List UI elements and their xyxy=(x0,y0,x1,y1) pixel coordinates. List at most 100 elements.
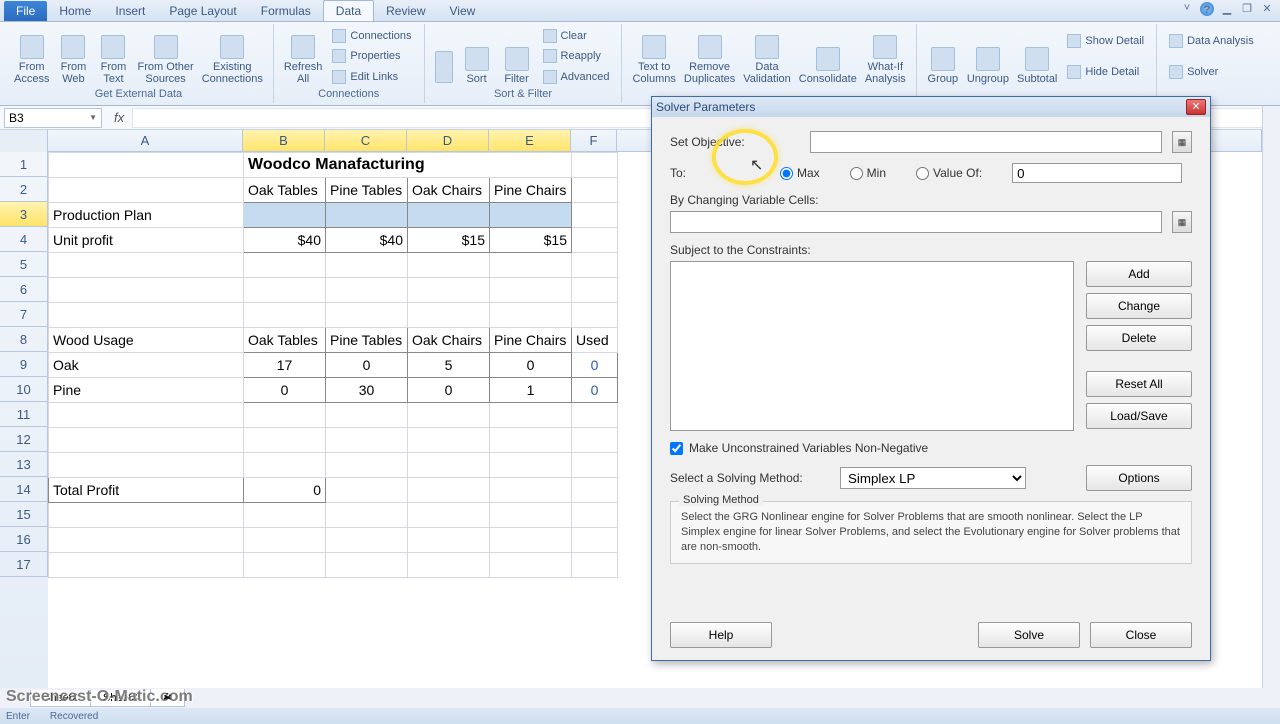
row-header-2[interactable]: 2 xyxy=(0,177,48,202)
cell-F13[interactable] xyxy=(572,453,618,478)
cell-F1[interactable] xyxy=(572,153,618,178)
variable-cells-input[interactable] xyxy=(670,211,1162,233)
cell-C10[interactable]: 30 xyxy=(326,378,408,403)
ungroup-button[interactable]: Ungroup xyxy=(963,26,1013,87)
col-header-C[interactable]: C xyxy=(325,130,407,152)
cell-B16[interactable] xyxy=(244,528,326,553)
nonneg-checkbox[interactable] xyxy=(670,442,683,455)
cell-A12[interactable] xyxy=(49,428,244,453)
cell-A11[interactable] xyxy=(49,403,244,428)
col-header-E[interactable]: E xyxy=(489,130,571,152)
row-header-4[interactable]: 4 xyxy=(0,227,48,252)
cell-F12[interactable] xyxy=(572,428,618,453)
fx-icon[interactable]: fx xyxy=(114,110,124,125)
radio-value-of[interactable]: Value Of: xyxy=(916,166,982,180)
row-header-17[interactable]: 17 xyxy=(0,552,48,577)
row-header-7[interactable]: 7 xyxy=(0,302,48,327)
window-close-icon[interactable]: ✕ xyxy=(1260,2,1274,16)
tab-formulas[interactable]: Formulas xyxy=(249,1,323,21)
col-header-D[interactable]: D xyxy=(407,130,489,152)
solving-method-select[interactable]: Simplex LP xyxy=(840,467,1026,489)
cell-F2[interactable] xyxy=(572,178,618,203)
consolidate-button[interactable]: Consolidate xyxy=(795,26,861,87)
cell-F6[interactable] xyxy=(572,278,618,303)
cell-F5[interactable] xyxy=(572,253,618,278)
objective-ref-button[interactable]: ▦ xyxy=(1172,131,1192,153)
cell-A10[interactable]: Pine xyxy=(49,378,244,403)
cell-E2[interactable]: Pine Chairs xyxy=(490,178,572,203)
row-header-16[interactable]: 16 xyxy=(0,527,48,552)
tab-view[interactable]: View xyxy=(438,1,488,21)
cell-C9[interactable]: 0 xyxy=(326,353,408,378)
tab-file[interactable]: File xyxy=(4,1,47,21)
row-header-13[interactable]: 13 xyxy=(0,452,48,477)
cell-D11[interactable] xyxy=(408,403,490,428)
cell-E12[interactable] xyxy=(490,428,572,453)
cell-B13[interactable] xyxy=(244,453,326,478)
cell-F16[interactable] xyxy=(572,528,618,553)
text-to-columns-button[interactable]: Text to Columns xyxy=(628,26,679,87)
cell-B7[interactable] xyxy=(244,303,326,328)
cell-D7[interactable] xyxy=(408,303,490,328)
set-objective-input[interactable] xyxy=(810,131,1162,153)
filter-button[interactable]: Filter xyxy=(497,26,537,87)
cell-F7[interactable] xyxy=(572,303,618,328)
cell-A2[interactable] xyxy=(49,178,244,203)
name-box-dropdown-icon[interactable]: ▼ xyxy=(89,113,97,122)
cell-B15[interactable] xyxy=(244,503,326,528)
col-header-B[interactable]: B xyxy=(243,130,325,152)
constraints-listbox[interactable] xyxy=(670,261,1074,431)
cell-F8[interactable]: Used xyxy=(572,328,618,353)
row-header-10[interactable]: 10 xyxy=(0,377,48,402)
row-header-12[interactable]: 12 xyxy=(0,427,48,452)
help-icon[interactable]: ? xyxy=(1200,2,1214,16)
window-min-icon[interactable]: ▁ xyxy=(1220,2,1234,16)
cell-A3[interactable]: Production Plan xyxy=(49,203,244,228)
cell-C4[interactable]: $40 xyxy=(326,228,408,253)
existing-conn-button[interactable]: Existing Connections xyxy=(198,26,267,87)
cell-E7[interactable] xyxy=(490,303,572,328)
cell-A1[interactable] xyxy=(49,153,244,178)
row-header-14[interactable]: 14 xyxy=(0,477,48,502)
name-box[interactable]: B3▼ xyxy=(4,108,102,128)
cell-A4[interactable]: Unit profit xyxy=(49,228,244,253)
cell-C5[interactable] xyxy=(326,253,408,278)
from-web-button[interactable]: From Web xyxy=(53,26,93,87)
window-restore-icon[interactable]: ❐ xyxy=(1240,2,1254,16)
dialog-close-button[interactable]: ✕ xyxy=(1186,99,1206,115)
cell-B1[interactable]: Woodco Manafacturing xyxy=(244,153,572,178)
group-button[interactable]: Group xyxy=(923,26,963,87)
variable-ref-button[interactable]: ▦ xyxy=(1172,211,1192,233)
cell-E3[interactable] xyxy=(490,203,572,228)
cell-A8[interactable]: Wood Usage xyxy=(49,328,244,353)
connections-button[interactable]: Connections xyxy=(330,28,413,44)
from-other-button[interactable]: From Other Sources xyxy=(133,26,197,87)
cell-F3[interactable] xyxy=(572,203,618,228)
cell-D12[interactable] xyxy=(408,428,490,453)
cell-A16[interactable] xyxy=(49,528,244,553)
cell-C2[interactable]: Pine Tables xyxy=(326,178,408,203)
reapply-button[interactable]: Reapply xyxy=(541,48,612,64)
close-button[interactable]: Close xyxy=(1090,622,1192,648)
cell-C11[interactable] xyxy=(326,403,408,428)
cell-C7[interactable] xyxy=(326,303,408,328)
cell-A17[interactable] xyxy=(49,553,244,578)
cell-D10[interactable]: 0 xyxy=(408,378,490,403)
cell-B12[interactable] xyxy=(244,428,326,453)
load-save-button[interactable]: Load/Save xyxy=(1086,403,1192,429)
cell-E17[interactable] xyxy=(490,553,572,578)
cell-D3[interactable] xyxy=(408,203,490,228)
whatif-button[interactable]: What-If Analysis xyxy=(861,26,910,87)
row-header-8[interactable]: 8 xyxy=(0,327,48,352)
sort-az-button[interactable] xyxy=(431,26,457,87)
cell-A15[interactable] xyxy=(49,503,244,528)
cell-B6[interactable] xyxy=(244,278,326,303)
col-header-A[interactable]: A xyxy=(48,130,243,152)
refresh-all-button[interactable]: Refresh All xyxy=(280,26,327,87)
cell-A5[interactable] xyxy=(49,253,244,278)
col-header-F[interactable]: F xyxy=(571,130,617,152)
cell-D17[interactable] xyxy=(408,553,490,578)
cell-D2[interactable]: Oak Chairs xyxy=(408,178,490,203)
tab-insert[interactable]: Insert xyxy=(103,1,157,21)
vertical-scrollbar[interactable] xyxy=(1262,106,1280,688)
